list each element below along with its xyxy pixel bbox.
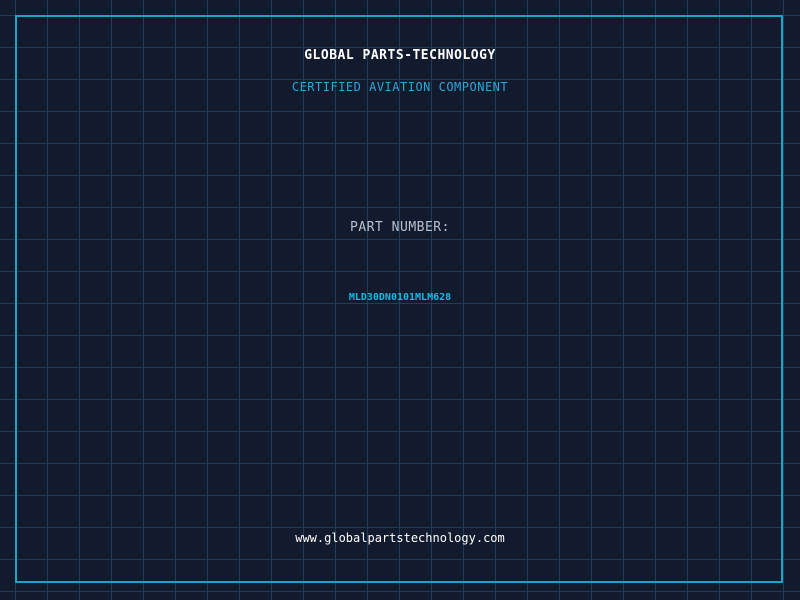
part-number-label: PART NUMBER: <box>350 220 450 235</box>
part-number-value: MLD30DN0101MLM628 <box>348 292 452 303</box>
part-card: GLOBAL PARTS-TECHNOLOGY CERTIFIED AVIATI… <box>0 0 800 600</box>
certification-subtitle: CERTIFIED AVIATION COMPONENT <box>291 80 509 94</box>
website-url: www.globalpartstechnology.com <box>295 531 505 545</box>
brand-title: GLOBAL PARTS-TECHNOLOGY <box>304 48 496 63</box>
